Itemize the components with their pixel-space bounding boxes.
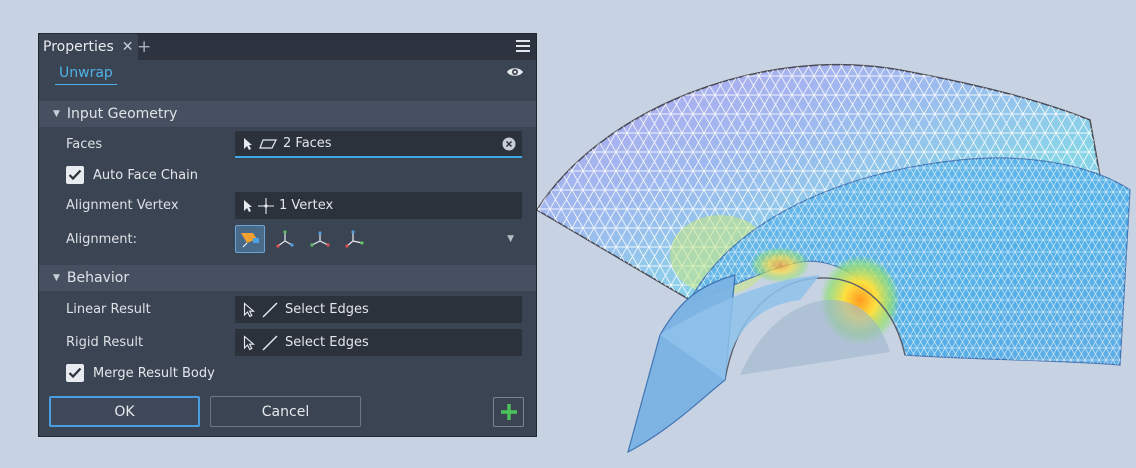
eye-icon[interactable] [506, 66, 524, 78]
hamburger-menu-icon[interactable] [516, 40, 530, 55]
align-option-face[interactable] [235, 225, 265, 253]
ok-button[interactable]: OK [49, 396, 200, 427]
edge-icon [262, 302, 278, 317]
command-row: Unwrap [39, 60, 536, 90]
cursor-arrow-icon [243, 334, 255, 350]
plus-icon[interactable]: + [137, 37, 151, 57]
faces-label: Faces [66, 137, 103, 152]
collapse-triangle-icon: ▼ [53, 109, 60, 119]
alignment-label: Alignment: [66, 232, 137, 247]
axis-icon [276, 230, 294, 248]
auto-face-chain-checkbox[interactable]: Auto Face Chain [66, 166, 198, 184]
faces-value: 2 Faces [283, 136, 332, 151]
section-title: Input Geometry [66, 106, 178, 122]
alignment-vertex-value: 1 Vertex [279, 198, 334, 213]
cancel-button[interactable]: Cancel [210, 396, 361, 427]
align-option-xyz[interactable] [270, 225, 300, 253]
axis-icon [310, 231, 330, 247]
rigid-result-label: Rigid Result [66, 335, 144, 350]
rigid-result-selector[interactable]: Select Edges [235, 329, 522, 356]
alignment-vertex-selector[interactable]: 1 Vertex [235, 192, 522, 219]
collapse-triangle-icon: ▼ [53, 273, 60, 283]
cursor-arrow-icon [244, 137, 252, 150]
face-icon [259, 138, 277, 149]
add-button[interactable] [493, 397, 524, 427]
auto-face-chain-label: Auto Face Chain [93, 167, 198, 183]
rigid-result-value: Select Edges [285, 335, 369, 350]
linear-result-label: Linear Result [66, 302, 151, 317]
properties-panel: Properties ✕ + Unwrap ▼ Input Geometry F… [38, 33, 537, 437]
section-title: Behavior [66, 270, 130, 286]
merge-result-body-checkbox[interactable]: Merge Result Body [66, 364, 215, 382]
linear-result-value: Select Edges [285, 302, 369, 317]
tab-properties[interactable]: Properties ✕ [39, 34, 138, 60]
tab-label: Properties [43, 39, 114, 55]
check-icon[interactable] [66, 364, 84, 382]
faces-selector[interactable]: 2 Faces [235, 131, 522, 158]
align-face-icon [241, 233, 259, 248]
vertex-icon [258, 197, 274, 214]
align-option-yz[interactable] [340, 225, 370, 253]
cursor-arrow-icon [244, 199, 252, 212]
align-option-xz[interactable] [305, 225, 335, 253]
linear-result-selector[interactable]: Select Edges [235, 296, 522, 323]
alignment-options: ▼ [235, 224, 522, 254]
cursor-arrow-icon [243, 301, 255, 317]
clear-icon[interactable] [502, 137, 516, 151]
merge-result-body-label: Merge Result Body [93, 365, 215, 381]
chevron-down-icon[interactable]: ▼ [507, 234, 514, 244]
edge-icon [262, 335, 278, 350]
section-input-geometry[interactable]: ▼ Input Geometry [39, 101, 536, 127]
tab-bar: Properties ✕ + [39, 34, 536, 60]
close-icon[interactable]: ✕ [122, 39, 134, 55]
axis-icon [345, 230, 364, 248]
check-icon[interactable] [66, 166, 84, 184]
command-title[interactable]: Unwrap [55, 65, 117, 85]
alignment-vertex-label: Alignment Vertex [66, 198, 179, 213]
plus-icon [500, 404, 517, 420]
section-behavior[interactable]: ▼ Behavior [39, 265, 536, 291]
